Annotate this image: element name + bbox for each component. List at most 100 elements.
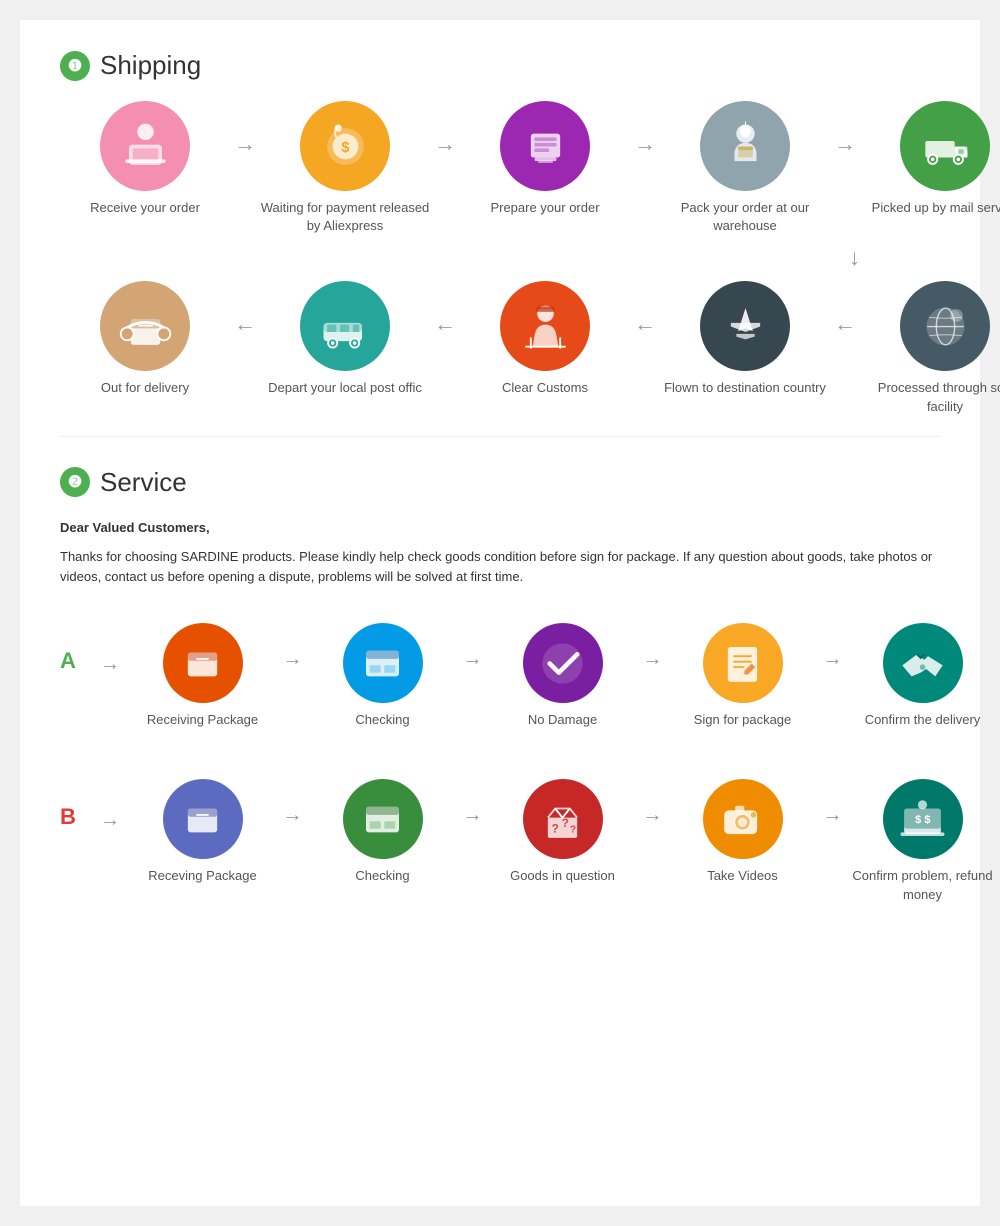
sa-arrow-0: →: [280, 623, 305, 671]
scenario-b-item-0: Receving Package: [125, 779, 280, 885]
b-video-icon: [703, 779, 783, 859]
service-section: ❷ Service Dear Valued Customers, Thanks …: [60, 467, 940, 914]
b-receiving-icon: [163, 779, 243, 859]
flow-label-payment: Waiting for payment released by Aliexpre…: [260, 199, 430, 235]
sa-arrow-1: →: [460, 623, 485, 671]
brand-name: SARDINE: [181, 549, 239, 564]
flow-label-pickup: Picked up by mail service: [872, 199, 1000, 217]
sa-arrow-3: →: [820, 623, 845, 671]
service-intro: Dear Valued Customers, Thanks for choosi…: [60, 518, 940, 588]
b-label-4: Confirm problem, refund money: [845, 867, 1000, 903]
scenario-a-item-4: Confirm the delivery: [845, 623, 1000, 729]
pack-icon: [700, 101, 790, 191]
flow-label-customs: Clear Customs: [502, 379, 588, 397]
flow-item-payment: $ Waiting for payment released by Aliexp…: [260, 101, 430, 235]
flow-item-delivery: Out for delivery: [60, 281, 230, 397]
arrow-r2-4: ←: [830, 281, 860, 337]
sb-arrow-0: →: [280, 779, 305, 827]
service-section-header: ❷ Service: [60, 467, 940, 498]
arrow-r2-3: ←: [630, 281, 660, 337]
scenario-a-row: A → Receiving Package →: [60, 613, 940, 739]
scenario-a-arrow: →: [100, 623, 120, 676]
scenario-b-arrow: →: [100, 779, 120, 832]
scenario-a-label: A: [60, 623, 90, 674]
scenario-b-item-3: Take Videos: [665, 779, 820, 885]
sb-arrow-2: →: [640, 779, 665, 827]
flow-label-depart: Depart your local post offic: [268, 379, 422, 397]
a-receiving-icon: [163, 623, 243, 703]
b-checking-icon: [343, 779, 423, 859]
prepare-icon: [500, 101, 590, 191]
shipping-section-header: ❶ Shipping: [60, 50, 940, 81]
a-label-0: Receiving Package: [147, 711, 258, 729]
a-nodamage-icon: [523, 623, 603, 703]
pickup-icon: [900, 101, 990, 191]
shipping-title: Shipping: [100, 50, 201, 81]
arrow-r2-2: ←: [430, 281, 460, 337]
service-intro-text: Thanks for choosing SARDINE products. Pl…: [60, 547, 940, 589]
b-question-icon: ? ? ?: [523, 779, 603, 859]
a-label-1: Checking: [355, 711, 409, 729]
arrow-3: →: [630, 101, 660, 157]
flow-label-prepare: Prepare your order: [490, 199, 599, 217]
a-sign-icon: [703, 623, 783, 703]
scenario-a-item-2: No Damage: [485, 623, 640, 729]
svg-text:$: $: [341, 140, 349, 156]
flow-item-pickup: Picked up by mail service: [860, 101, 1000, 217]
svg-text:?: ?: [562, 816, 569, 830]
svg-text:$: $: [924, 814, 930, 826]
a-confirm-icon: [883, 623, 963, 703]
b-label-3: Take Videos: [707, 867, 778, 885]
svg-text:$: $: [915, 814, 921, 826]
scenario-a-items: Receiving Package → Checking →: [125, 623, 1000, 729]
b-label-2: Goods in question: [510, 867, 615, 885]
b-confirm-icon: $ $: [883, 779, 963, 859]
b-label-0: Receving Package: [148, 867, 256, 885]
flown-icon: [700, 281, 790, 371]
flow-item-depart: Depart your local post offic: [260, 281, 430, 397]
scenario-a-item-3: Sign for package: [665, 623, 820, 729]
flow-item-prepare: Prepare your order: [460, 101, 630, 217]
shipping-row-1: Receive your order → $ Waiting for payme…: [60, 101, 940, 235]
flow-label-receive: Receive your order: [90, 199, 200, 217]
scenario-b-item-4: $ $ Confirm problem, refund money: [845, 779, 1000, 903]
service-intro-bold: Dear Valued Customers,: [60, 518, 940, 539]
svg-text:?: ?: [552, 821, 559, 835]
flow-item-customs: Clear Customs: [460, 281, 630, 397]
scenario-b-item-2: ? ? ? Goods in question: [485, 779, 640, 885]
b-label-1: Checking: [355, 867, 409, 885]
a-label-2: No Damage: [528, 711, 597, 729]
shipping-row-2: Out for delivery ← Depart your local: [60, 281, 940, 415]
service-number: ❷: [60, 467, 90, 497]
svg-text:?: ?: [570, 824, 576, 835]
flow-label-pack: Pack your order at our warehouse: [660, 199, 830, 235]
flow-item-pack: Pack your order at our warehouse: [660, 101, 830, 235]
scenario-b-item-1: Checking: [305, 779, 460, 885]
service-title: Service: [100, 467, 187, 498]
flow-label-sort: Processed through sort facility: [860, 379, 1000, 415]
arrow-r2-1: ←: [230, 281, 260, 337]
scenario-a-item-0: Receiving Package: [125, 623, 280, 729]
sa-arrow-2: →: [640, 623, 665, 671]
sb-arrow-1: →: [460, 779, 485, 827]
receive-icon: [100, 101, 190, 191]
scenario-b-items: Receving Package → Checking →: [125, 779, 1000, 903]
down-arrow: ↓: [60, 245, 940, 271]
scenario-a-item-1: Checking: [305, 623, 460, 729]
a-label-3: Sign for package: [694, 711, 792, 729]
section-divider: [60, 436, 940, 437]
sort-icon: [900, 281, 990, 371]
depart-icon: [300, 281, 390, 371]
flow-label-delivery: Out for delivery: [101, 379, 189, 397]
scenario-b-row: B → Receving Package →: [60, 769, 940, 913]
arrow-2: →: [430, 101, 460, 157]
flow-item-sort: Processed through sort facility: [860, 281, 1000, 415]
arrow-4: →: [830, 101, 860, 157]
scenario-b-label: B: [60, 779, 90, 830]
flow-label-flown: Flown to destination country: [664, 379, 826, 397]
sb-arrow-3: →: [820, 779, 845, 827]
shipping-number: ❶: [60, 51, 90, 81]
customs-icon: [500, 281, 590, 371]
delivery-icon: [100, 281, 190, 371]
a-label-4: Confirm the delivery: [865, 711, 981, 729]
